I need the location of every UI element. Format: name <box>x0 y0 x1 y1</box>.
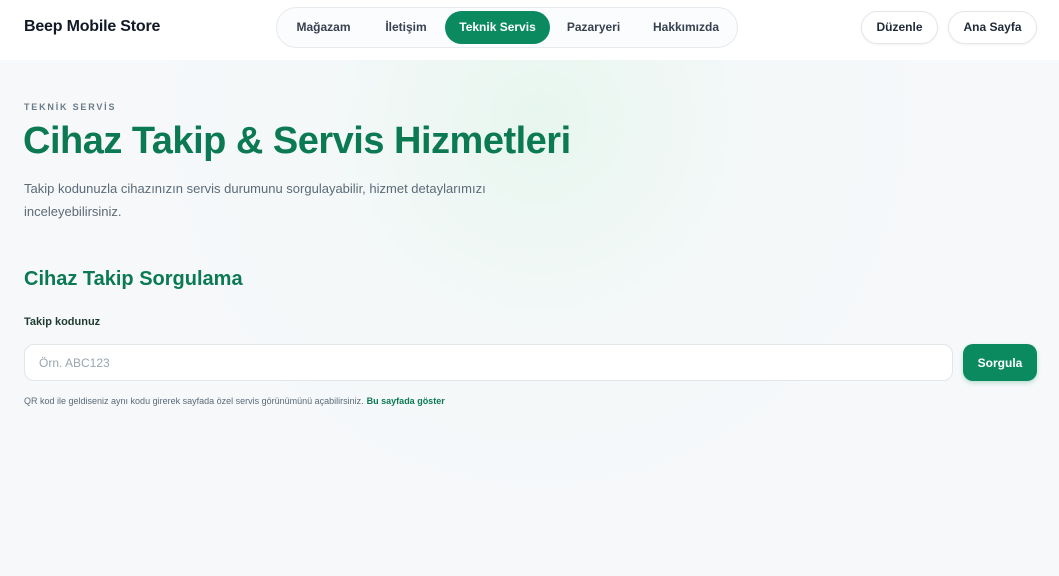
tracking-code-label: Takip kodunuz <box>24 316 101 328</box>
section-eyebrow: TEKNİK SERVİS <box>24 102 117 112</box>
nav-item-teknik-servis[interactable]: Teknik Servis <box>445 11 550 44</box>
query-button[interactable]: Sorgula <box>963 344 1037 381</box>
page-description: Takip kodunuzla cihazınızın servis durum… <box>24 181 486 219</box>
home-button[interactable]: Ana Sayfa <box>948 11 1037 44</box>
nav-item-magazam[interactable]: Mağazam <box>285 11 362 44</box>
nav-item-hakkimizda[interactable]: Hakkımızda <box>639 11 733 44</box>
top-header: Beep Mobile Store Mağazam İletişim Tekni… <box>0 0 1059 60</box>
qr-hint: QR kod ile geldiseniz aynı kodu girerek … <box>24 396 445 406</box>
qr-hint-text: QR kod ile geldiseniz aynı kodu girerek … <box>24 396 364 406</box>
tracking-code-input[interactable] <box>24 344 953 381</box>
edit-button[interactable]: Düzenle <box>861 11 938 44</box>
show-on-page-link[interactable]: Bu sayfada göster <box>367 396 445 406</box>
nav-item-pazaryeri[interactable]: Pazaryeri <box>556 11 631 44</box>
nav-item-iletisim[interactable]: İletişim <box>370 11 442 44</box>
page-title: Cihaz Takip & Servis Hizmetleri <box>23 120 571 162</box>
brand-name[interactable]: Beep Mobile Store <box>24 18 160 36</box>
main-nav: Mağazam İletişim Teknik Servis Pazaryeri… <box>276 7 738 48</box>
tracking-section-title: Cihaz Takip Sorgulama <box>24 268 243 290</box>
